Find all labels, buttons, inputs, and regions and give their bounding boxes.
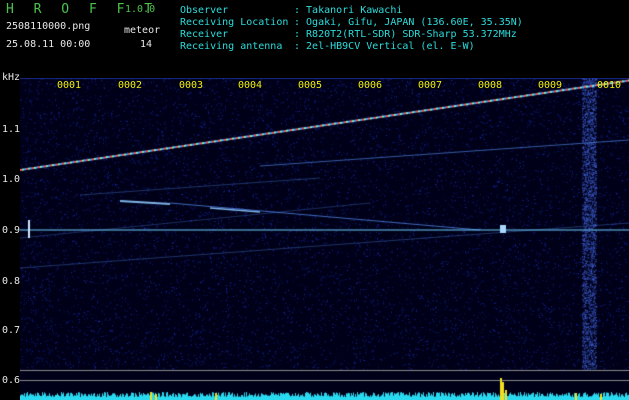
minute-mark-8: 0008 <box>478 80 503 91</box>
y-tick-0-7: 0.7 <box>2 325 21 336</box>
y-axis-unit: kHz <box>2 72 21 83</box>
minute-mark-3: 0003 <box>179 80 204 91</box>
location-label: Receiving Location <box>180 17 289 28</box>
minute-mark-10: 0010 <box>597 80 622 91</box>
minute-mark-6: 0006 <box>358 80 383 91</box>
y-tick-0-6: 0.6 <box>2 375 21 386</box>
minute-mark-2: 0002 <box>118 80 143 91</box>
y-tick-1-1: 1.1 <box>2 124 21 135</box>
meteor-count: 14 <box>140 39 153 50</box>
receiver-value: : R820T2(RTL-SDR) SDR-Sharp 53.372MHz <box>294 29 517 40</box>
y-tick-0-9: 0.9 <box>2 225 21 236</box>
app-version: 1.0.0 <box>125 4 156 15</box>
minute-mark-7: 0007 <box>418 80 443 91</box>
antenna-label: Receiving antenna <box>180 41 283 52</box>
y-tick-0-8: 0.8 <box>2 276 21 287</box>
minute-mark-5: 0005 <box>298 80 323 91</box>
date-time: 25.08.11 00:00 <box>6 39 91 50</box>
receiver-label: Receiver <box>180 29 229 40</box>
location-value: : Ogaki, Gifu, JAPAN (136.60E, 35.35N) <box>294 17 523 28</box>
observer-label: Observer <box>180 5 229 16</box>
observer-value: : Takanori Kawachi <box>294 5 403 16</box>
minute-mark-4: 0004 <box>238 80 263 91</box>
antenna-value: : 2el-HB9CV Vertical (el. E-W) <box>294 41 475 52</box>
minute-mark-1: 0001 <box>57 80 82 91</box>
file-name: 2508110000.png <box>6 21 91 32</box>
y-tick-1-0: 1.0 <box>2 174 21 185</box>
meteor-label: meteor <box>124 25 161 36</box>
spectrogram-canvas <box>20 78 629 400</box>
minute-mark-9: 0009 <box>538 80 563 91</box>
